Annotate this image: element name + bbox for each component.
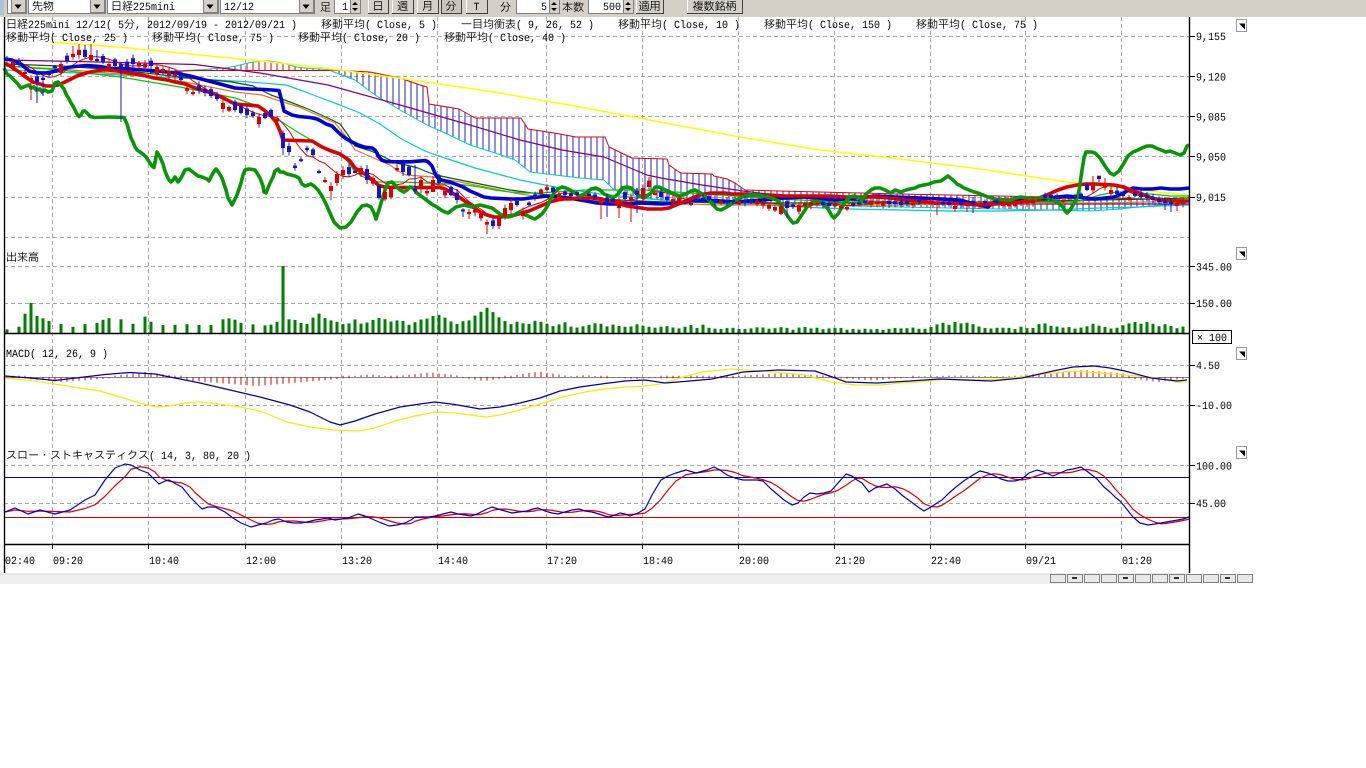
svg-text:500: 500 bbox=[603, 2, 621, 14]
svg-text:T: T bbox=[474, 2, 480, 14]
svg-text:225mini 12/12( 5: 225mini 12/12( 5 bbox=[28, 20, 124, 32]
svg-text:100.00: 100.00 bbox=[1196, 462, 1232, 474]
svg-text:01:20: 01:20 bbox=[1122, 556, 1152, 568]
svg-text:9,015: 9,015 bbox=[1196, 193, 1226, 205]
svg-text:09:20: 09:20 bbox=[53, 556, 83, 568]
svg-text:( Close, 150 ): ( Close, 150 ) bbox=[808, 20, 916, 32]
svg-text:( 14, 3, 80, 20 ): ( 14, 3, 80, 20 ) bbox=[149, 451, 251, 463]
svg-text:9,050: 9,050 bbox=[1196, 153, 1226, 165]
svg-text:21:20: 21:20 bbox=[835, 556, 865, 568]
svg-text:-10.00: -10.00 bbox=[1196, 401, 1232, 413]
svg-text:18:40: 18:40 bbox=[643, 556, 673, 568]
svg-text:( Close, 75 ): ( Close, 75 ) bbox=[960, 20, 1038, 32]
svg-text:MACD( 12, 26, 9 ): MACD( 12, 26, 9 ) bbox=[6, 349, 108, 361]
svg-text:( Close, 40 ): ( Close, 40 ) bbox=[488, 33, 566, 45]
svg-text:( Close, 5 ): ( Close, 5 ) bbox=[365, 20, 461, 32]
svg-text:17:20: 17:20 bbox=[547, 556, 577, 568]
svg-text:20:00: 20:00 bbox=[739, 556, 769, 568]
svg-text:( Close, 10 ): ( Close, 10 ) bbox=[662, 20, 764, 32]
svg-text:( Close, 75 ): ( Close, 75 ) bbox=[196, 33, 298, 45]
svg-text:× 100: × 100 bbox=[1197, 333, 1227, 345]
svg-text:5: 5 bbox=[541, 2, 547, 14]
svg-text:( Close, 20 ): ( Close, 20 ) bbox=[342, 33, 444, 45]
svg-text:9,085: 9,085 bbox=[1196, 113, 1226, 125]
svg-text:12:00: 12:00 bbox=[246, 556, 276, 568]
svg-text:( 9, 26, 52 ): ( 9, 26, 52 ) bbox=[516, 20, 618, 32]
svg-text:1: 1 bbox=[342, 2, 348, 14]
svg-text:10:40: 10:40 bbox=[149, 556, 179, 568]
svg-text:150.00: 150.00 bbox=[1196, 299, 1232, 311]
svg-text:, 2012/09/19 - 2012/09/21 ): , 2012/09/19 - 2012/09/21 ) bbox=[135, 20, 321, 32]
svg-text:45.00: 45.00 bbox=[1196, 499, 1226, 511]
svg-text:13:20: 13:20 bbox=[342, 556, 372, 568]
svg-text:12/12: 12/12 bbox=[224, 2, 254, 14]
svg-text:345.00: 345.00 bbox=[1196, 263, 1232, 275]
svg-text:9,155: 9,155 bbox=[1196, 32, 1226, 44]
svg-text:9,120: 9,120 bbox=[1196, 73, 1226, 85]
svg-text:14:40: 14:40 bbox=[438, 556, 468, 568]
svg-text:4.50: 4.50 bbox=[1196, 361, 1220, 373]
svg-text:09/21: 09/21 bbox=[1026, 556, 1056, 568]
svg-text:( Close, 25 ): ( Close, 25 ) bbox=[50, 33, 152, 45]
svg-text:225mini: 225mini bbox=[133, 2, 175, 14]
svg-text:22:40: 22:40 bbox=[931, 556, 961, 568]
svg-text:02:40: 02:40 bbox=[5, 556, 35, 568]
